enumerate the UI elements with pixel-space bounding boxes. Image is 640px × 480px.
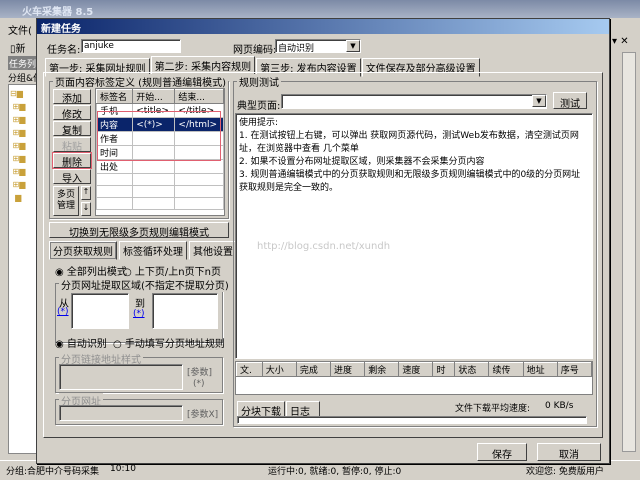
to-wildcard-link[interactable]: (*): [133, 309, 145, 319]
multipage-button[interactable]: 多页管理: [53, 186, 79, 216]
test-button[interactable]: 测试: [553, 92, 587, 110]
download-progress-bar: [237, 416, 587, 424]
folder-icon: ⊟▆ ⊞▆ ⊞▆ ⊞▆ ⊞▆ ⊞▆ ⊞▆ ⊞▆ ▆: [10, 89, 26, 202]
tab-paging-rule[interactable]: 分页获取规则: [49, 241, 117, 260]
radio-auto-detect[interactable]: ◉ 自动识别: [55, 335, 107, 350]
menu-file[interactable]: 文件(: [8, 22, 32, 37]
col-status[interactable]: 状态: [454, 362, 490, 377]
window-controls[interactable]: ▾ ✕: [612, 36, 629, 47]
status-counts: 运行中:0, 就绪:0, 暂停:0, 停止:0: [268, 467, 402, 477]
app-title-bar: 火车采集器 8.5: [0, 0, 640, 18]
param-star[interactable]: (*): [193, 379, 205, 389]
to-input[interactable]: [152, 293, 218, 329]
col-size[interactable]: 大小: [261, 362, 297, 377]
col-speed[interactable]: 速度: [398, 362, 434, 377]
param-x-button[interactable]: [参数X]: [187, 407, 218, 420]
edit-button[interactable]: 修改: [53, 105, 91, 121]
download-table: 文. 大小 完成 进度 剩余 速度时状态 续传 地址 序号: [236, 362, 593, 377]
new-button[interactable]: ▯新: [10, 40, 26, 55]
tag-group-title: 页面内容标签定义 (规则普通编辑模式): [53, 74, 228, 89]
to-label: 到: [135, 299, 145, 310]
task-name-label: 任务名:: [47, 45, 81, 56]
radio-all-list[interactable]: ◉ 全部列出模式: [55, 263, 127, 278]
col-tag-name[interactable]: 标签名: [95, 89, 134, 104]
col-end[interactable]: 结束...: [174, 89, 224, 104]
scrollbar[interactable]: [622, 52, 636, 452]
task-list-tab[interactable]: 任务列: [8, 56, 38, 70]
col-index[interactable]: 序号: [556, 362, 593, 377]
typical-page-label: 典型页面:: [237, 101, 281, 112]
col-resume[interactable]: 续传: [488, 362, 524, 377]
switch-mode-button[interactable]: 切换到无限级多页规则编辑模式: [49, 222, 229, 239]
dialog-title: 新建任务: [37, 19, 609, 35]
avg-speed-label: 文件下载平均速度:: [455, 404, 531, 414]
table-row[interactable]: 出处: [95, 159, 224, 174]
encoding-label: 网页编码:: [233, 45, 277, 56]
app-title: 火车采集器 8.5: [22, 7, 94, 18]
paste-button[interactable]: 粘贴: [53, 137, 91, 153]
encoding-value: 自动识别: [278, 44, 315, 54]
status-welcome: 欢迎您: 免费版用户: [526, 467, 604, 477]
radio-manual-rule[interactable]: ○ 手动填写分页地址规则: [113, 335, 225, 350]
chevron-down-icon: ▼: [532, 95, 546, 107]
tip-line: 1. 在测试按钮上右键，可以弹出 获取网页源代码，测试Web发布数据，清空测试页…: [239, 131, 579, 154]
avg-speed-value: 0 KB/s: [545, 401, 574, 411]
page-url-input[interactable]: [59, 405, 183, 421]
col-file[interactable]: 文.: [236, 362, 263, 377]
sub-tabs: 分页获取规则 标签循环处理 其他设置: [49, 241, 237, 260]
tab-tag-loop[interactable]: 标签循环处理: [119, 241, 187, 260]
cancel-button[interactable]: 取消: [537, 443, 601, 461]
download-list[interactable]: 文. 大小 完成 进度 剩余 速度时状态 续传 地址 序号: [235, 361, 593, 395]
col-progress[interactable]: 进度: [330, 362, 366, 377]
tip-line: 2. 如果不设置分布网址提取区域，则采集器不会采集分页内容: [239, 157, 485, 167]
tab-other-settings[interactable]: 其他设置: [189, 241, 237, 260]
highlight-box: [97, 111, 221, 161]
status-group: 分组:合肥中介号码采集: [6, 467, 100, 477]
move-down-button[interactable]: ↓: [81, 202, 91, 216]
col-done[interactable]: 完成: [295, 362, 332, 377]
add-button[interactable]: 添加: [53, 89, 91, 105]
tips-textarea[interactable]: 使用提示: 1. 在测试按钮上右键，可以弹出 获取网页源代码，测试Web发布数据…: [235, 113, 593, 359]
watermark: http://blog.csdn.net/xundh: [257, 241, 391, 252]
save-button[interactable]: 保存: [477, 443, 527, 461]
from-input[interactable]: [71, 293, 129, 329]
col-address[interactable]: 地址: [522, 362, 558, 377]
move-up-button[interactable]: ↑: [81, 186, 91, 200]
radio-prev-next[interactable]: ○ 上下页/上n页下n页: [123, 263, 221, 278]
link-style-input[interactable]: [59, 364, 183, 390]
encoding-select[interactable]: 自动识别 ▼: [275, 39, 361, 54]
col-start[interactable]: 开始...: [132, 89, 176, 104]
task-name-input[interactable]: anjuke: [81, 39, 181, 53]
task-tree[interactable]: ⊟▆ ⊞▆ ⊞▆ ⊞▆ ⊞▆ ⊞▆ ⊞▆ ⊞▆ ▆: [8, 84, 38, 454]
param-button[interactable]: [参数]: [187, 365, 212, 378]
typical-page-input[interactable]: ▼: [281, 94, 547, 109]
chevron-down-icon: ▼: [346, 40, 360, 52]
tip-line: 使用提示:: [239, 118, 279, 128]
tip-line: 3. 规则普通编辑模式中的分页获取规则和无限级多页规则编辑模式中的0级的分页网址…: [239, 170, 581, 193]
delete-button[interactable]: 删除: [52, 152, 92, 169]
new-task-dialog: 新建任务 任务名: anjuke 网页编码: 自动识别 ▼ 第一步: 采集网址规则…: [36, 18, 610, 464]
from-wildcard-link[interactable]: (*): [57, 307, 69, 317]
import-button[interactable]: 导入: [53, 169, 91, 185]
page-region-title: 分页网址提取区域(不指定不提取分页): [59, 277, 231, 292]
copy-button[interactable]: 复制: [53, 121, 91, 137]
status-time: 10:10: [110, 464, 136, 474]
rule-test-title: 规则测试: [237, 74, 281, 89]
col-time[interactable]: 时: [432, 362, 456, 377]
col-remaining[interactable]: 剩余: [364, 362, 400, 377]
